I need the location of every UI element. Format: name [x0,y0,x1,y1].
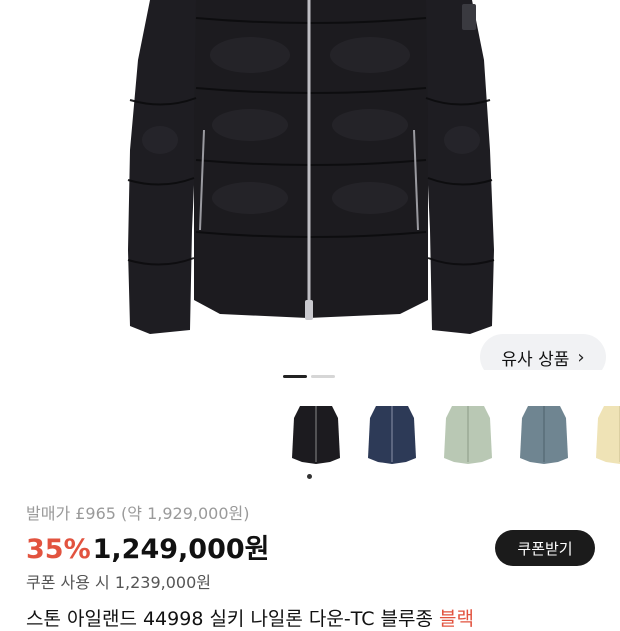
chevron-right-icon: › [577,346,585,368]
carousel-indicator [283,375,335,378]
coupon-price: 쿠폰 사용 시 1,239,000원 [26,573,212,592]
product-hero-image[interactable]: 유사 상품 › [0,0,620,370]
product-title-color: 블랙 [439,608,474,630]
thumbnail-slate[interactable] [514,398,574,468]
selected-thumbnail-dot [307,474,312,479]
get-coupon-button[interactable]: 쿠폰받기 [495,530,595,566]
color-thumbnails [280,398,620,468]
original-price: 발매가 £965 (약 1,929,000원) [26,504,250,523]
jacket-image [127,0,495,334]
similar-products-label: 유사 상품 [501,349,570,370]
product-title: 스톤 아일랜드 44998 실키 나일론 다운-TC 블루종 블랙 [26,604,474,631]
discount-rate: 35% [26,534,91,565]
carousel-dot-active[interactable] [283,375,307,378]
thumbnail-navy[interactable] [362,398,422,468]
carousel-dot[interactable] [311,375,335,378]
product-title-text: 스톤 아일랜드 44998 실키 나일론 다운-TC 블루종 [26,608,433,630]
sale-price: 1,249,000원 [92,534,270,565]
similar-products-button[interactable]: 유사 상품 › [480,334,606,370]
sale-row: 35% 1,249,000원 [26,527,270,566]
thumbnail-cream[interactable] [590,398,620,468]
thumbnail-sage[interactable] [438,398,498,468]
thumbnail-black[interactable] [286,398,346,468]
